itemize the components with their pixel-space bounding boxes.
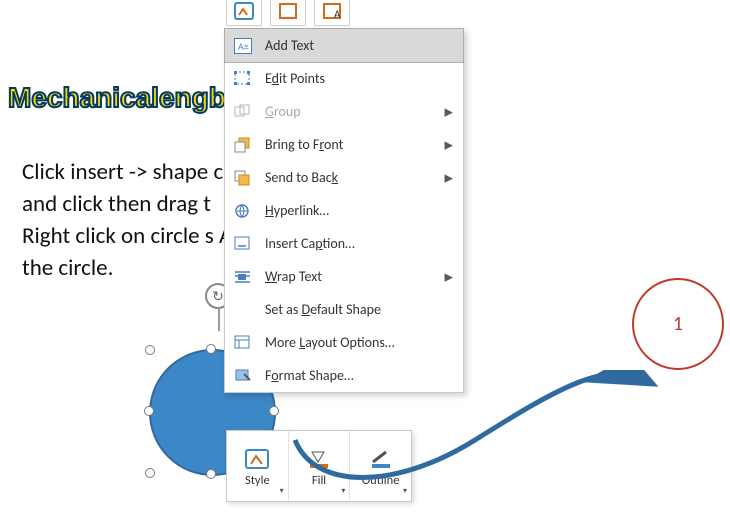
shape-context-menu: A≡ Add Text Edit Points Group ▶ Bring to…	[224, 28, 464, 393]
resize-handle-e[interactable]	[269, 406, 279, 416]
shape-mini-toolbar: Style ▾ Fill ▾ Outline ▾	[226, 430, 412, 502]
menu-label: Format Shape…	[265, 367, 354, 384]
mini-label: Fill	[312, 473, 326, 488]
submenu-arrow-icon: ▶	[445, 138, 453, 151]
layout-options-icon	[233, 333, 253, 353]
resize-handle-n[interactable]	[206, 344, 216, 354]
bring-front-icon	[233, 135, 253, 155]
mini-style-button[interactable]: Style ▾	[227, 431, 289, 501]
submenu-arrow-icon: ▶	[445, 105, 453, 118]
dropdown-arrow-icon: ▾	[403, 486, 407, 496]
dropdown-arrow-icon: ▾	[341, 486, 345, 496]
style-icon	[242, 445, 272, 473]
menu-add-text[interactable]: A≡ Add Text	[224, 28, 464, 63]
menu-bring-to-front[interactable]: Bring to Front ▶	[225, 128, 463, 161]
send-back-icon	[233, 168, 253, 188]
menu-set-default-shape[interactable]: Set as Default Shape	[225, 293, 463, 326]
mini-label: Outline	[362, 473, 400, 488]
menu-more-layout-options[interactable]: More Layout Options…	[225, 326, 463, 359]
wrap-text-icon	[233, 267, 253, 287]
menu-label: Edit Points	[265, 70, 325, 87]
menu-label: Wrap Text	[265, 268, 322, 285]
caption-icon	[233, 234, 253, 254]
menu-label: Add Text	[265, 37, 314, 54]
mini-outline-button[interactable]: Outline ▾	[350, 431, 411, 501]
top-toolbar-fragment: A	[226, 0, 350, 26]
edit-points-icon	[233, 69, 253, 89]
resize-handle-w[interactable]	[144, 406, 154, 416]
resize-handle-s[interactable]	[206, 469, 216, 479]
submenu-arrow-icon: ▶	[445, 270, 453, 283]
mini-fill-button[interactable]: Fill ▾	[289, 431, 351, 501]
menu-label: Insert Caption…	[265, 235, 355, 252]
menu-label: Send to Back	[265, 169, 338, 186]
top-style-icon[interactable]	[226, 0, 262, 26]
top-outline-icon[interactable]: A	[314, 0, 350, 26]
menu-format-shape[interactable]: Format Shape…	[225, 359, 463, 392]
menu-label: Bring to Front	[265, 136, 343, 153]
result-number: 1	[673, 312, 683, 336]
add-text-icon: A≡	[233, 36, 253, 56]
svg-text:A: A	[334, 8, 341, 21]
result-circle: 1	[632, 278, 724, 370]
resize-handle-sw[interactable]	[145, 468, 155, 478]
menu-insert-caption[interactable]: Insert Caption…	[225, 227, 463, 260]
group-icon	[233, 102, 253, 122]
menu-group: Group ▶	[225, 95, 463, 128]
hyperlink-icon	[233, 201, 253, 221]
resize-handle-nw[interactable]	[145, 345, 155, 355]
submenu-arrow-icon: ▶	[445, 171, 453, 184]
menu-label: More Layout Options…	[265, 334, 395, 351]
menu-edit-points[interactable]: Edit Points	[225, 62, 463, 95]
menu-wrap-text[interactable]: Wrap Text ▶	[225, 260, 463, 293]
menu-hyperlink[interactable]: Hyperlink…	[225, 194, 463, 227]
fill-icon	[304, 445, 334, 473]
menu-send-to-back[interactable]: Send to Back ▶	[225, 161, 463, 194]
format-shape-icon	[233, 366, 253, 386]
outline-icon	[366, 445, 396, 473]
svg-text:A≡: A≡	[238, 40, 249, 53]
menu-label: Group	[265, 103, 301, 120]
menu-label: Set as Default Shape	[265, 301, 381, 318]
menu-label: Hyperlink…	[265, 202, 329, 219]
mini-label: Style	[245, 473, 270, 488]
blank-icon	[233, 300, 253, 320]
top-fill-icon[interactable]	[270, 0, 306, 26]
dropdown-arrow-icon: ▾	[280, 486, 284, 496]
